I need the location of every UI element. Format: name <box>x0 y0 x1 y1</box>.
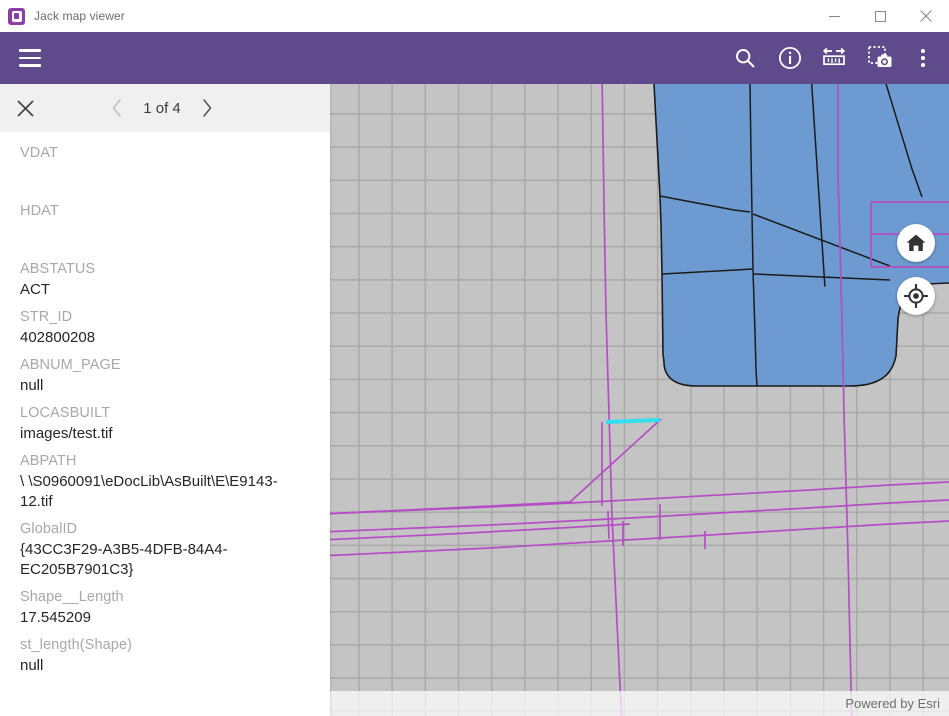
close-icon <box>920 10 932 22</box>
search-icon <box>736 49 755 68</box>
attribute-value <box>20 164 310 194</box>
attribute-label: Shape__Length <box>20 589 124 605</box>
window-titlebar: Jack map viewer <box>0 0 949 32</box>
attribute-row: STR_ID 402800208 <box>20 306 310 348</box>
app-header-bar <box>0 32 949 84</box>
attribute-value: null <box>20 657 44 674</box>
attribute-label: st_length(Shape) <box>20 637 133 653</box>
map-attribution: Powered by Esri <box>330 691 949 716</box>
maximize-icon <box>874 10 886 22</box>
info-button[interactable] <box>776 44 804 72</box>
attribute-label: GlobalID <box>20 521 78 537</box>
close-icon <box>16 99 34 117</box>
app-window: Jack map viewer Powered by Esri 1 of 4 V… <box>0 0 949 716</box>
attribute-label: STR_ID <box>20 309 73 325</box>
attribute-list: VDAT HDAT ABSTATUS ACT STR_ID 402800208 ABNUM_… <box>0 132 330 716</box>
attribute-label: VDAT <box>20 145 58 161</box>
measure-ruler-icon <box>823 48 845 66</box>
attribute-label: LOCASBUILT <box>20 405 111 421</box>
maximize-button[interactable] <box>857 0 903 32</box>
attribute-value: ACT <box>20 281 50 298</box>
kebab-dot <box>921 49 925 53</box>
attribute-row: GlobalID {43CC3F29-A3B5-4DFB-84A4-EC205B7… <box>20 518 310 580</box>
chevron-right-icon <box>203 99 212 117</box>
info-circle-icon <box>778 46 802 70</box>
attribute-label: ABPATH <box>20 453 77 469</box>
titlebar-left: Jack map viewer <box>0 7 811 25</box>
attribute-value: {43CC3F29-A3B5-4DFB-84A4-EC205B7901C3} <box>20 541 228 578</box>
attribute-row: VDAT <box>20 142 310 194</box>
map-canvas[interactable]: Powered by Esri <box>330 84 949 716</box>
locate-crosshair-icon <box>904 284 928 308</box>
home-button[interactable] <box>897 224 935 262</box>
previous-feature-button[interactable] <box>100 91 134 125</box>
kebab-dot <box>921 56 925 60</box>
search-button[interactable] <box>731 44 759 72</box>
hamburger-menu-icon[interactable] <box>10 38 50 78</box>
window-title: Jack map viewer <box>34 9 125 23</box>
measure-button[interactable] <box>821 44 849 72</box>
feature-pager: 1 of 4 <box>100 91 224 125</box>
attribute-value <box>20 222 310 252</box>
attribute-row: HDAT <box>20 200 310 252</box>
next-feature-button[interactable] <box>190 91 224 125</box>
attribute-value: 402800208 <box>20 329 96 346</box>
screenshot-camera-icon <box>868 46 892 67</box>
pager-label: 1 of 4 <box>143 99 181 117</box>
attribute-row: LOCASBUILT images/test.tif <box>20 402 310 444</box>
chevron-left-icon <box>112 99 121 117</box>
attribute-label: ABSTATUS <box>20 261 96 277</box>
app-icon <box>8 7 25 25</box>
attribute-value: \ \S0960091\eDocLib\AsBuilt\E\E9143-12.t… <box>20 473 278 510</box>
panel-close-button[interactable] <box>8 91 42 125</box>
selected-feature <box>605 418 661 424</box>
hamburger-line <box>19 49 41 52</box>
hamburger-line <box>19 64 41 67</box>
minimize-button[interactable] <box>811 0 857 32</box>
attribute-value: images/test.tif <box>20 425 113 442</box>
close-button[interactable] <box>903 0 949 32</box>
attribute-row: ABNUM_PAGEnull <box>20 354 310 396</box>
screenshot-button[interactable] <box>866 44 894 72</box>
locate-button[interactable] <box>897 277 935 315</box>
panel-header: 1 of 4 <box>0 84 330 132</box>
hamburger-line <box>19 56 41 60</box>
home-icon <box>906 234 926 251</box>
attribute-row: Shape__Length 17.545209 <box>20 586 310 628</box>
map-features <box>330 84 949 716</box>
attribute-value: 17.545209 <box>20 609 91 626</box>
attribute-row: ABSTATUS ACT <box>20 258 310 300</box>
attribute-label: ABNUM_PAGE <box>20 357 121 373</box>
attribute-value: null <box>20 377 44 394</box>
attribute-row: st_length(Shape)null <box>20 634 310 676</box>
attribute-label: HDAT <box>20 203 59 219</box>
window-controls <box>811 0 949 32</box>
minimize-icon <box>828 15 840 17</box>
attribute-row: ABPATH \ \S0960091\eDocLib\AsBuilt\E\E914… <box>20 450 310 512</box>
app-header-actions <box>731 44 935 72</box>
feature-attributes-panel: 1 of 4 VDAT HDAT ABSTATUS ACT STR_ID 40280020… <box>0 84 330 716</box>
kebab-dot <box>921 63 925 67</box>
more-options-button[interactable] <box>911 44 935 72</box>
